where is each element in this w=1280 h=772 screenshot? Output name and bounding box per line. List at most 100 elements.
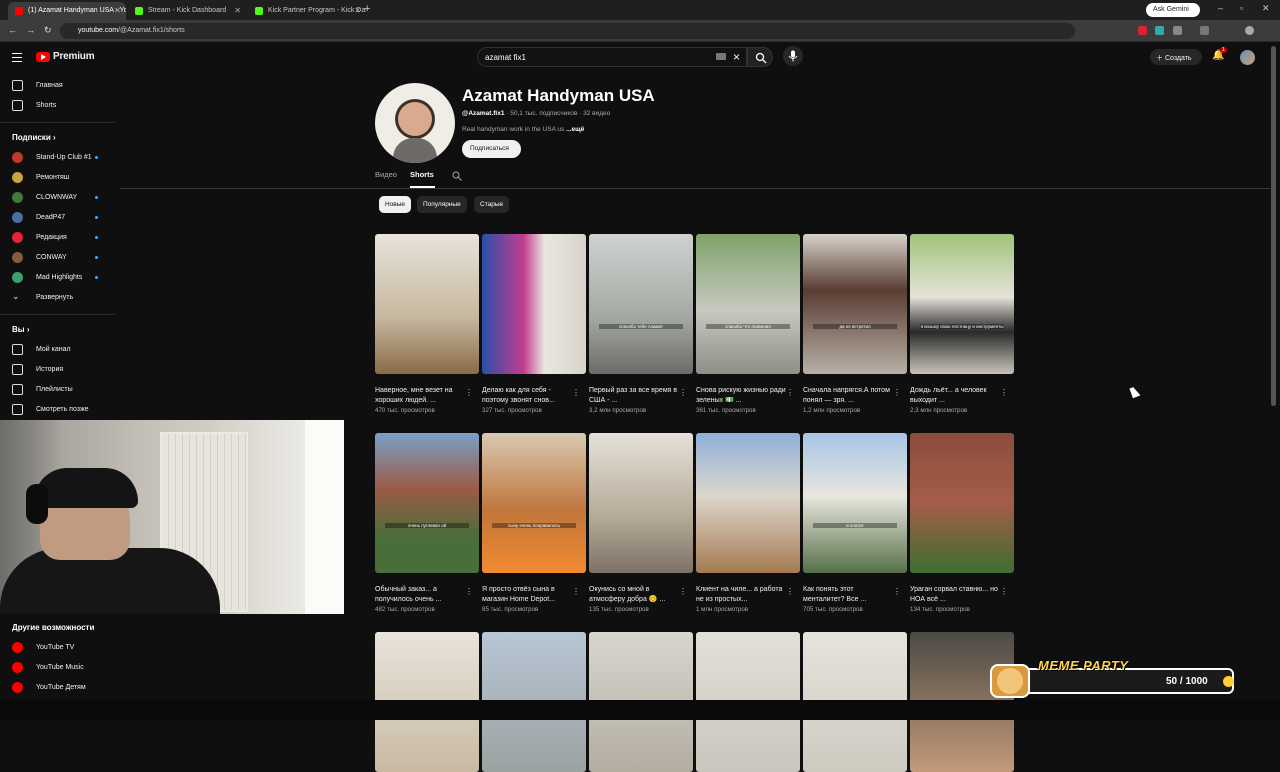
you-heading[interactable]: Вы › (0, 317, 115, 340)
short-title[interactable]: Снова рискую жизнью ради зеленых 💵 ... (696, 386, 788, 406)
sidebar-item[interactable]: Shorts (0, 96, 115, 116)
short-title[interactable]: Делаю как для себя - поэтому звонят снов… (482, 386, 574, 406)
short-title[interactable]: Ураган сорвал ставню... но НОА всё ... (910, 585, 1002, 605)
short-thumbnail[interactable]: да не встретил (803, 234, 907, 374)
avatar[interactable] (1240, 50, 1255, 65)
short-title[interactable]: Окунись со мной в атмосферу добра 😊 ... (589, 585, 681, 605)
search-input[interactable]: azamat fix1 × (477, 47, 747, 67)
chip-oldest[interactable]: Старые (474, 196, 510, 213)
reload-icon[interactable]: ↻ (44, 25, 52, 36)
browser-tab[interactable]: (1) Azamat Handyman USA - YouTube✕ (8, 2, 126, 20)
expand-button[interactable]: ⌄ Развернуть (0, 288, 115, 308)
bell-icon[interactable]: 🔔 1 (1212, 47, 1227, 61)
youtube-logo[interactable]: Premium (36, 51, 95, 62)
short-card[interactable]: Клиент на чиле... а работа не из простых… (696, 433, 800, 613)
sidebar-item[interactable]: Mad Highlights (0, 268, 115, 288)
short-card[interactable]: Делаю как для себя - поэтому звонят снов… (482, 234, 586, 414)
create-button[interactable]: ＋ Создать (1150, 49, 1202, 65)
sidepanel-icon[interactable] (1200, 26, 1209, 35)
scrollbar[interactable] (1271, 46, 1276, 406)
subscribe-button[interactable]: Подписаться (462, 140, 521, 158)
more-options-icon[interactable]: ⋮ (893, 587, 901, 596)
search-icon[interactable] (452, 171, 462, 181)
extension-icon[interactable] (1138, 26, 1147, 35)
sidebar-item[interactable]: Мой канал (0, 340, 115, 360)
sidebar-item[interactable]: Плейлисты (0, 380, 115, 400)
short-title[interactable]: Сначала напрягся.А потом понял — зря. ..… (803, 386, 895, 406)
short-card[interactable]: и платит Как понять этот менталитет? Все … (803, 433, 907, 613)
more-options-icon[interactable]: ⋮ (893, 388, 901, 397)
more-options-icon[interactable]: ⋮ (572, 587, 580, 596)
voice-search-button[interactable] (783, 46, 803, 66)
ask-gemini-button[interactable]: Ask Gemini (1146, 3, 1200, 17)
tab-videos[interactable]: Видео (375, 170, 397, 179)
short-card[interactable]: спасибо что позвонил Снова рискую жизнью … (696, 234, 800, 414)
profile-icon[interactable] (1245, 26, 1254, 35)
short-thumbnail[interactable]: очень пугливая ой (375, 433, 479, 573)
short-card[interactable]: очень пугливая ой Обычный заказ... а полу… (375, 433, 479, 613)
short-card[interactable]: Наверное, мне везет на хороших людей. ..… (375, 234, 479, 414)
sidebar-item[interactable]: Stand-Up Club #1 (0, 148, 115, 168)
forward-icon[interactable]: → (26, 25, 35, 35)
more-link[interactable]: ...ещё (566, 126, 584, 133)
more-options-icon[interactable]: ⋮ (786, 388, 794, 397)
short-title[interactable]: Обычный заказ... а получилось очень ... (375, 585, 467, 605)
subscriptions-heading[interactable]: Подписки › (0, 125, 115, 148)
short-title[interactable]: Клиент на чиле... а работа не из простых… (696, 585, 788, 605)
sidebar-item[interactable]: YouTube Детям (0, 678, 115, 698)
short-thumbnail[interactable] (589, 433, 693, 573)
sidebar-item[interactable]: CONWAY (0, 248, 115, 268)
more-options-icon[interactable]: ⋮ (1000, 388, 1008, 397)
menu-icon[interactable] (12, 53, 22, 65)
more-options-icon[interactable]: ⋮ (465, 388, 473, 397)
short-thumbnail[interactable]: спасибо тебе Азамат (589, 234, 693, 374)
short-card[interactable]: Окунись со мной в атмосферу добра 😊 ... 1… (589, 433, 693, 613)
browser-tab[interactable]: Stream - Kick Dashboard ✕ (128, 2, 246, 20)
close-tab-icon[interactable]: ✕ (234, 6, 241, 15)
short-card[interactable]: сыну очень понравилось Я просто отвёз сын… (482, 433, 586, 613)
chip-popular[interactable]: Популярные (417, 196, 467, 213)
sidebar-item[interactable]: YouTube TV (0, 638, 115, 658)
new-tab-button[interactable]: + (364, 3, 370, 15)
close-tab-icon[interactable]: ✕ (354, 6, 361, 15)
more-options-icon[interactable]: ⋮ (679, 587, 687, 596)
short-title[interactable]: Как понять этот менталитет? Все ... (803, 585, 895, 605)
maximize-icon[interactable]: ▫ (1240, 3, 1243, 13)
extensions-icon[interactable] (1173, 26, 1182, 35)
short-card[interactable]: Ураган сорвал ставню... но НОА всё ... 13… (910, 433, 1014, 613)
short-title[interactable]: Я просто отвёз сына в магазин Home Depot… (482, 585, 574, 605)
short-thumbnail[interactable]: и платит (803, 433, 907, 573)
sidebar-item[interactable]: DeadP47 (0, 208, 115, 228)
tab-shorts[interactable]: Shorts (410, 170, 434, 179)
more-options-icon[interactable]: ⋮ (465, 587, 473, 596)
sidebar-item[interactable]: Редакция (0, 228, 115, 248)
url-field[interactable]: youtube.com/@Azamat.fix1/shorts (60, 23, 1075, 39)
short-thumbnail[interactable]: сыну очень понравилось (482, 433, 586, 573)
short-card[interactable]: да не встретил Сначала напрягся.А потом п… (803, 234, 907, 414)
short-title[interactable]: Наверное, мне везет на хороших людей. ..… (375, 386, 467, 406)
sidebar-item[interactable]: CLOWNWAY (0, 188, 115, 208)
close-window-icon[interactable]: ✕ (1262, 3, 1270, 14)
short-title[interactable]: Дождь льёт... а человек выходит ... (910, 386, 1002, 406)
short-thumbnail[interactable] (910, 433, 1014, 573)
sidebar-item[interactable]: Смотреть позже (0, 400, 115, 420)
short-thumbnail[interactable] (375, 234, 479, 374)
short-card[interactable]: я возьму свою лестницу и инструменты Дожд… (910, 234, 1014, 414)
sidebar-item[interactable]: YouTube Music (0, 658, 115, 678)
minimize-icon[interactable]: – (1218, 3, 1223, 13)
sidebar-item[interactable]: Главная (0, 76, 115, 96)
more-options-icon[interactable]: ⋮ (679, 388, 687, 397)
short-thumbnail[interactable]: я возьму свою лестницу и инструменты (910, 234, 1014, 374)
sidebar-item[interactable]: История (0, 360, 115, 380)
sidebar-item[interactable]: Ремонтяш (0, 168, 115, 188)
short-title[interactable]: Первый раз за все время в США - ... (589, 386, 681, 406)
short-thumbnail[interactable]: спасибо что позвонил (696, 234, 800, 374)
more-options-icon[interactable]: ⋮ (786, 587, 794, 596)
search-button[interactable] (747, 47, 773, 67)
clear-search-icon[interactable]: × (733, 50, 740, 64)
close-tab-icon[interactable]: ✕ (114, 6, 121, 15)
short-card[interactable]: спасибо тебе Азамат Первый раз за все вре… (589, 234, 693, 414)
back-icon[interactable]: ← (8, 25, 17, 35)
keyboard-icon[interactable] (716, 53, 726, 60)
more-options-icon[interactable]: ⋮ (1000, 587, 1008, 596)
